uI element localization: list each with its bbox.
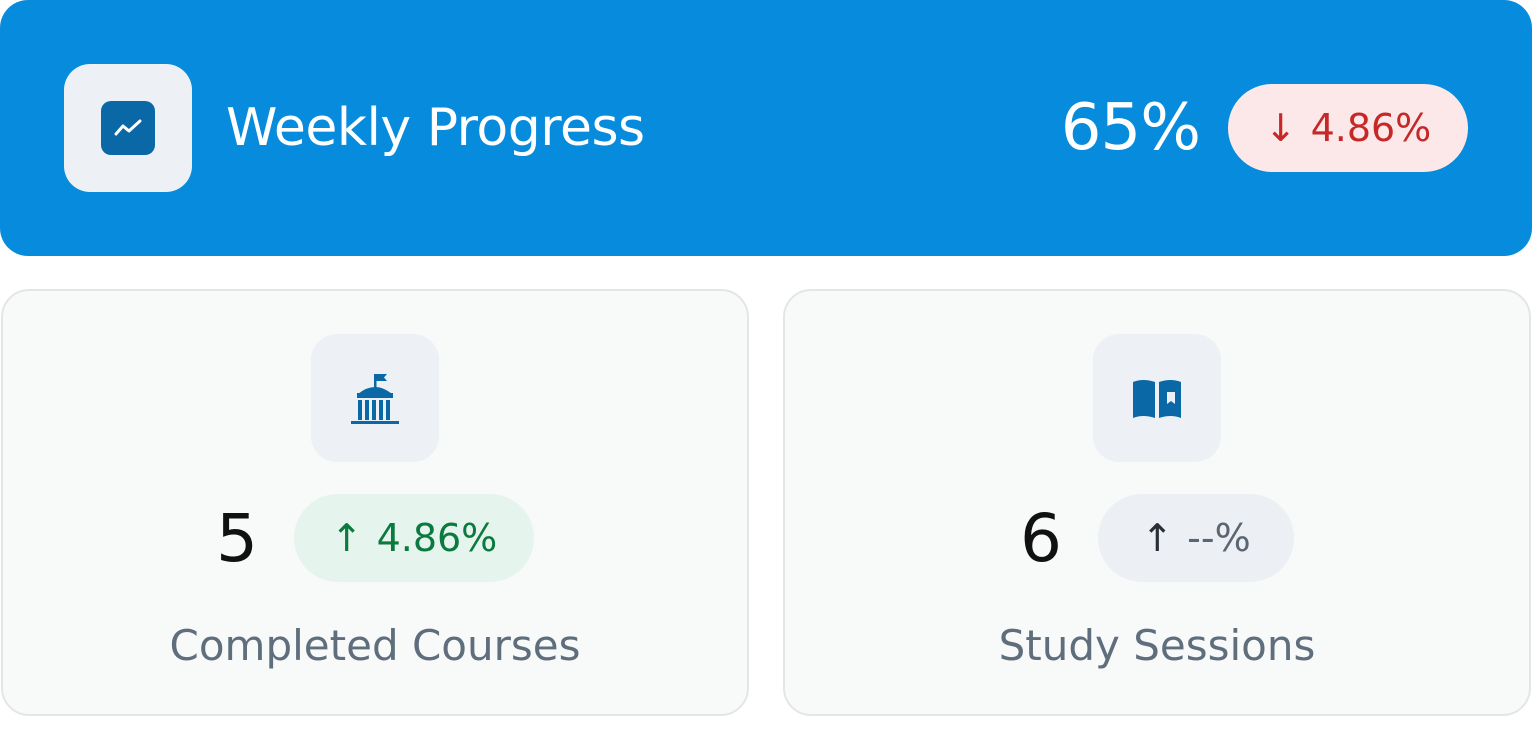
arrow-up-icon: ↑ — [1141, 516, 1174, 560]
trend-line-icon — [101, 101, 155, 155]
change-badge: ↑ 4.86% — [294, 494, 534, 582]
arrow-up-icon: ↑ — [330, 516, 363, 560]
dashboard: Weekly Progress 65% ↓ 4.86% 5 ↑ 4.86% Co… — [0, 0, 1532, 736]
school-building-icon — [311, 334, 439, 462]
stat-row: 6 ↑ --% — [785, 494, 1529, 582]
open-book-icon — [1093, 334, 1221, 462]
change-value: 4.86% — [376, 516, 498, 560]
stat-value: 6 — [1020, 499, 1062, 577]
study-sessions-card: 6 ↑ --% Study Sessions — [783, 289, 1531, 716]
stat-row: 5 ↑ 4.86% — [3, 494, 747, 582]
progress-value: 65% — [1060, 91, 1201, 165]
change-value: --% — [1187, 516, 1251, 560]
stat-value: 5 — [216, 499, 258, 577]
card-title: Weekly Progress — [226, 98, 645, 158]
change-value: 4.86% — [1310, 106, 1432, 150]
change-badge: ↓ 4.86% — [1228, 84, 1468, 172]
completed-courses-card: 5 ↑ 4.86% Completed Courses — [1, 289, 749, 716]
stat-label: Completed Courses — [169, 620, 581, 670]
change-badge: ↑ --% — [1098, 494, 1294, 582]
header-icon-container — [64, 64, 192, 192]
stat-label: Study Sessions — [998, 620, 1316, 670]
arrow-down-icon: ↓ — [1264, 106, 1297, 150]
weekly-progress-card: Weekly Progress 65% ↓ 4.86% — [0, 0, 1532, 256]
